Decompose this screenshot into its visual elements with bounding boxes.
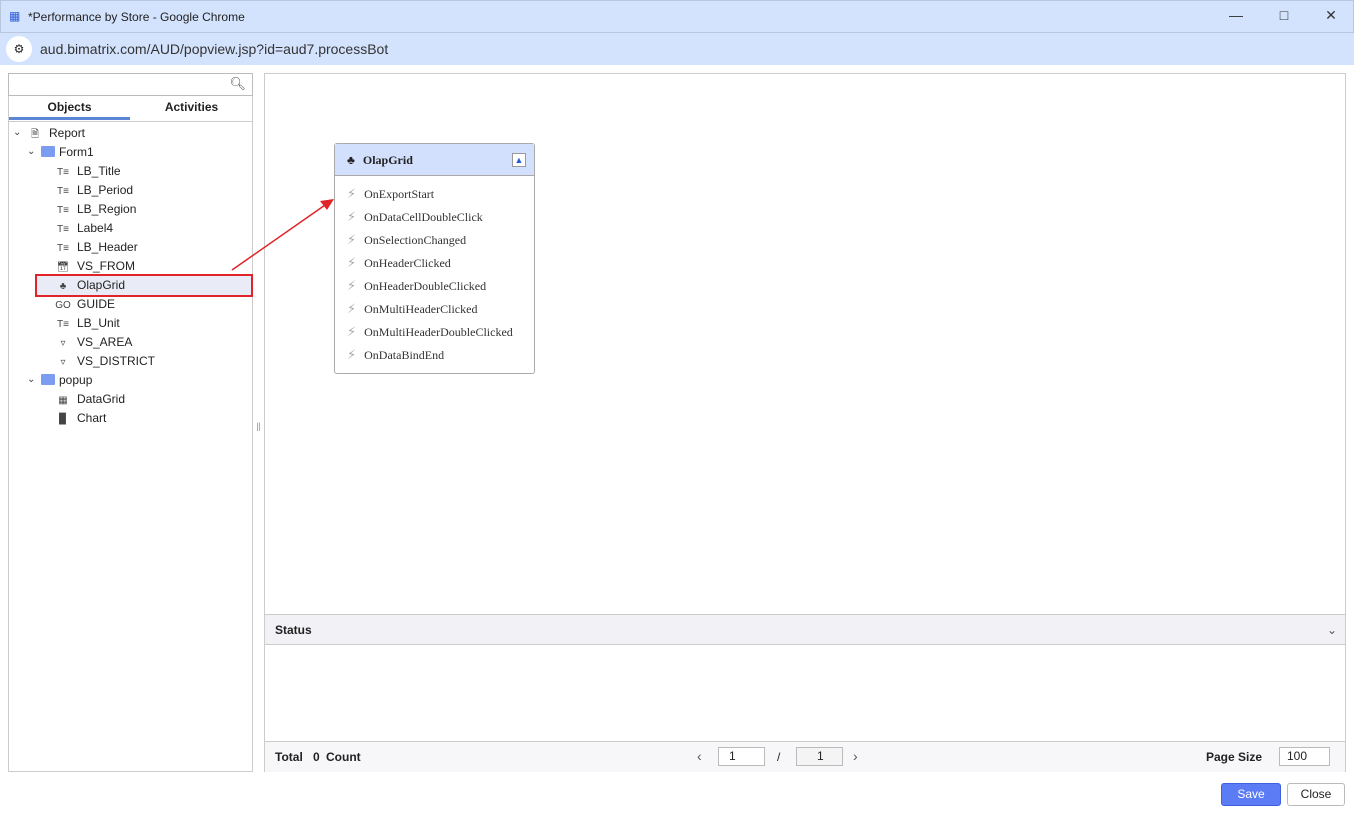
page-input[interactable]: 1 xyxy=(718,747,765,766)
page-size-input[interactable]: 100 xyxy=(1279,747,1330,766)
event-label: OnDataCellDoubleClick xyxy=(364,210,483,224)
lightning-icon: ⚡︎ xyxy=(347,186,357,201)
save-button[interactable]: Save xyxy=(1221,783,1281,806)
event-item[interactable]: ⚡︎ OnMultiHeaderDoubleClicked xyxy=(347,324,513,340)
event-label: OnExportStart xyxy=(364,187,435,201)
event-label: OnMultiHeaderDoubleClicked xyxy=(364,325,513,339)
status-header[interactable]: Status ⌄ xyxy=(265,615,1345,645)
event-item[interactable]: ⚡︎ OnMultiHeaderClicked xyxy=(347,301,477,317)
status-footer: Total 0 Count ‹ 1 / 1 › Page Size 100 xyxy=(265,741,1345,772)
next-page-button[interactable]: › xyxy=(853,748,858,764)
lightning-icon: ⚡︎ xyxy=(347,232,357,247)
lightning-icon: ⚡︎ xyxy=(347,347,357,362)
event-item[interactable]: ⚡︎ OnHeaderClicked xyxy=(347,255,451,271)
event-label: OnDataBindEnd xyxy=(364,348,445,362)
lightning-icon: ⚡︎ xyxy=(347,301,357,316)
lightning-icon: ⚡︎ xyxy=(347,324,357,339)
status-panel: Status ⌄ Total 0 Count ‹ 1 / 1 › Page Si… xyxy=(264,614,1346,772)
event-item[interactable]: ⚡︎ OnDataBindEnd xyxy=(347,347,444,363)
collapse-button[interactable]: ▲ xyxy=(512,153,526,167)
event-label: OnHeaderDoubleClicked xyxy=(364,279,487,293)
total-label: Total xyxy=(275,750,303,764)
lightning-icon: ⚡︎ xyxy=(347,209,357,224)
event-item[interactable]: ⚡︎ OnSelectionChanged xyxy=(347,232,466,248)
event-item[interactable]: ⚡︎ OnDataCellDoubleClick xyxy=(347,209,483,225)
page-separator: / xyxy=(777,750,781,764)
event-label: OnMultiHeaderClicked xyxy=(364,302,478,316)
card-title: OlapGrid xyxy=(362,153,413,167)
olap-icon: ♣ xyxy=(347,153,355,167)
card-header: ♣ OlapGrid xyxy=(335,144,534,176)
close-button[interactable]: Close xyxy=(1287,783,1345,806)
status-title: Status xyxy=(275,623,312,637)
event-item[interactable]: ⚡︎ OnExportStart xyxy=(347,186,434,202)
chevron-down-icon[interactable]: ⌄ xyxy=(1327,615,1337,645)
total-pages: 1 xyxy=(796,747,843,766)
olapgrid-event-card[interactable]: ♣ OlapGrid ▲ ⚡︎ OnExportStart ⚡︎ OnDataCellD… xyxy=(334,143,535,374)
count-label: Count xyxy=(326,750,361,764)
event-label: OnSelectionChanged xyxy=(364,233,467,247)
event-item[interactable]: ⚡︎ OnHeaderDoubleClicked xyxy=(347,278,486,294)
event-label: OnHeaderClicked xyxy=(364,256,451,270)
total-count: 0 xyxy=(313,750,320,764)
lightning-icon: ⚡︎ xyxy=(347,255,357,270)
lightning-icon: ⚡︎ xyxy=(347,278,357,293)
page-size-label: Page Size xyxy=(1206,750,1263,764)
prev-page-button[interactable]: ‹ xyxy=(697,748,702,764)
